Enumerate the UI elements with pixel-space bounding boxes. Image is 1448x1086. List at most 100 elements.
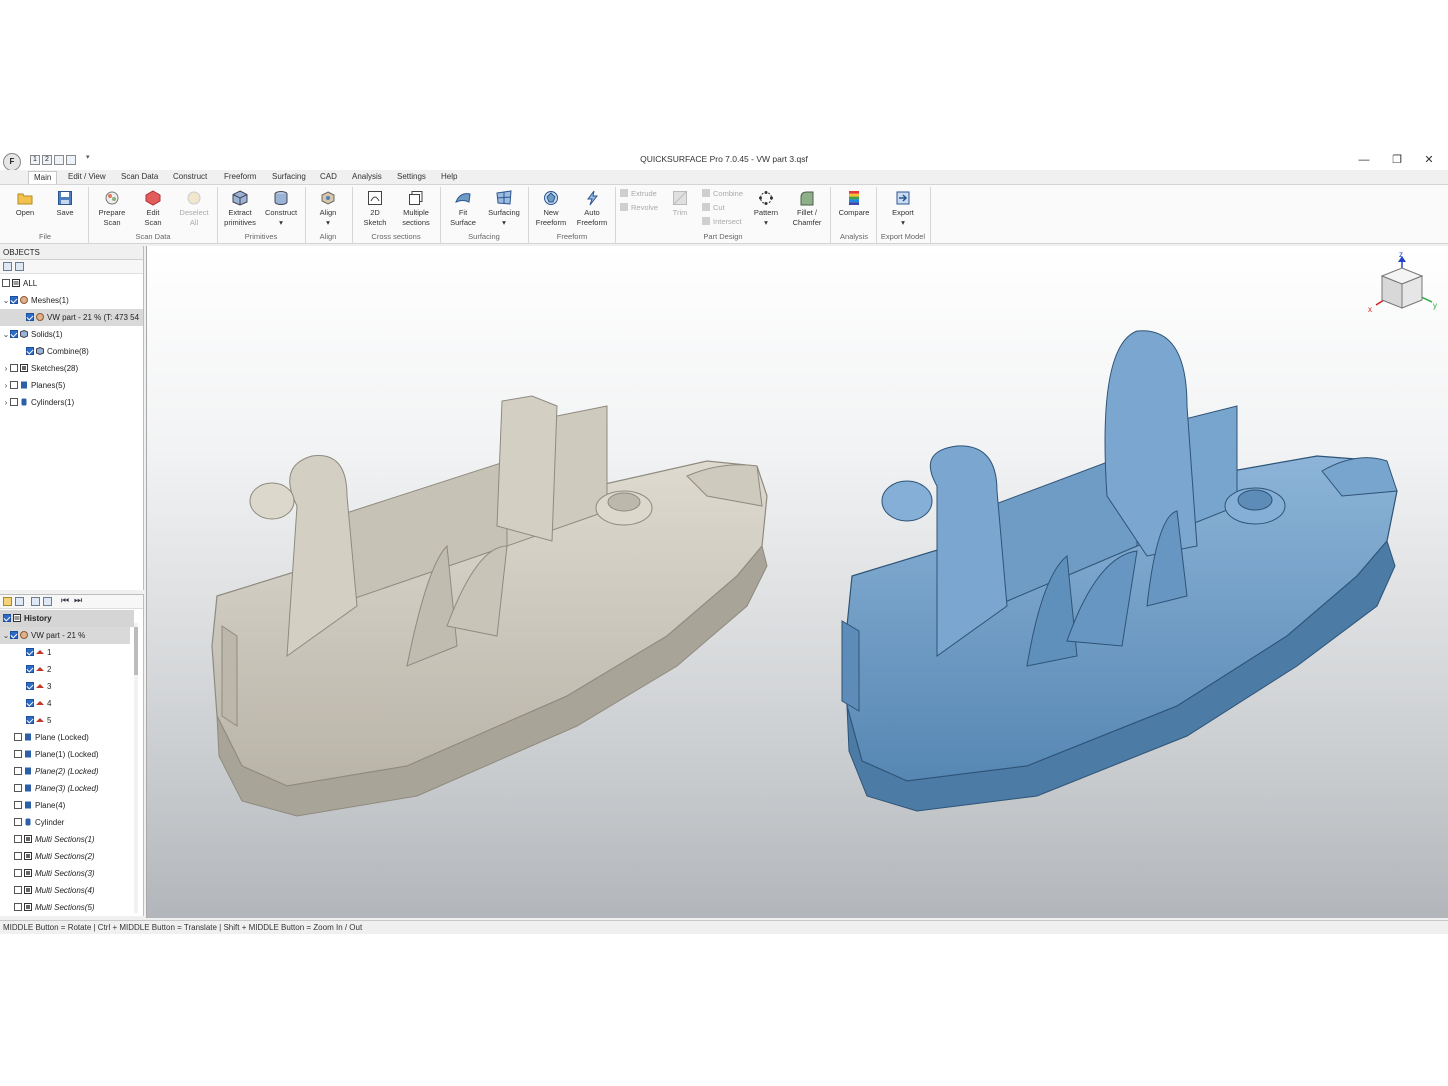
open-button[interactable]: Open <box>5 187 45 233</box>
history-item-multi-sections-4[interactable]: Multi Sections(4) <box>14 882 132 899</box>
align-button[interactable]: Align ▾ <box>308 187 348 233</box>
visibility-checkbox[interactable] <box>10 296 18 304</box>
new-freeform-button[interactable]: New Freeform <box>531 187 571 233</box>
tab-scan-data[interactable]: Scan Data <box>121 171 158 184</box>
tab-settings[interactable]: Settings <box>397 171 426 184</box>
history-item-5[interactable]: 5 <box>26 712 126 729</box>
auto-freeform-button[interactable]: Auto Freeform <box>572 187 612 233</box>
tree-item-combine[interactable]: Combine(8) <box>26 343 142 360</box>
play-icon[interactable] <box>31 597 40 606</box>
save-button[interactable]: Save <box>45 187 85 233</box>
tree-item-solids[interactable]: ⌄ Solids(1) <box>2 326 142 343</box>
history-item-plane-1[interactable]: Plane(1) (Locked) <box>14 746 132 763</box>
construct-button[interactable]: Construct ▾ <box>261 187 301 233</box>
minimize-button[interactable]: — <box>1349 152 1379 168</box>
extrude-button[interactable]: Extrude <box>620 188 657 200</box>
visibility-checkbox[interactable] <box>14 869 22 877</box>
visibility-checkbox[interactable] <box>14 750 22 758</box>
tree-item-sketches[interactable]: › Sketches(28) <box>2 360 142 377</box>
history-item-plane[interactable]: Plane (Locked) <box>14 729 132 746</box>
surfacing-button[interactable]: Surfacing ▾ <box>484 187 524 233</box>
visibility-checkbox[interactable] <box>26 313 34 321</box>
tab-main[interactable]: Main <box>28 171 58 184</box>
compare-button[interactable]: Compare <box>834 187 874 233</box>
visibility-checkbox[interactable] <box>14 886 22 894</box>
visibility-checkbox[interactable] <box>26 665 34 673</box>
edit-scan-button[interactable]: Edit Scan <box>133 187 173 233</box>
history-item-multi-sections-3[interactable]: Multi Sections(3) <box>14 865 132 882</box>
intersect-button[interactable]: Intersect <box>702 216 742 228</box>
history-item-multi-sections-5[interactable]: Multi Sections(5) <box>14 899 132 916</box>
expand-chevron-icon[interactable]: › <box>2 377 10 394</box>
history-item-cylinder[interactable]: Cylinder <box>14 814 132 831</box>
visibility-checkbox[interactable] <box>10 330 18 338</box>
scrollbar-thumb[interactable] <box>134 627 138 675</box>
collapse-chevron-icon[interactable]: ⌄ <box>2 627 10 644</box>
history-checkbox[interactable] <box>3 614 11 622</box>
combine-button[interactable]: Combine <box>702 188 743 200</box>
tree-item-cylinders[interactable]: › Cylinders(1) <box>2 394 142 411</box>
visibility-checkbox[interactable] <box>10 364 18 372</box>
tree-item-planes[interactable]: › Planes(5) <box>2 377 142 394</box>
pattern-button[interactable]: Pattern ▾ <box>746 187 786 233</box>
tree-item-vw-part-mesh[interactable]: VW part - 21 % (T: 473 54 <box>0 309 143 326</box>
history-list-icon[interactable] <box>3 597 12 606</box>
expand-chevron-icon[interactable]: › <box>2 394 10 411</box>
3d-viewport[interactable]: z x y <box>146 246 1448 918</box>
history-tree-icon[interactable] <box>15 597 24 606</box>
visibility-checkbox[interactable] <box>26 699 34 707</box>
expand-all-icon[interactable] <box>3 262 12 271</box>
history-item-multi-sections-1[interactable]: Multi Sections(1) <box>14 831 132 848</box>
history-scrollbar[interactable] <box>134 623 138 913</box>
visibility-checkbox[interactable] <box>14 818 22 826</box>
extract-primitives-button[interactable]: Extract primitives <box>220 187 260 233</box>
visibility-checkbox[interactable] <box>26 648 34 656</box>
collapse-chevron-icon[interactable]: ⌄ <box>2 292 10 309</box>
history-item-plane-2[interactable]: Plane(2) (Locked) <box>14 763 132 780</box>
tab-help[interactable]: Help <box>441 171 457 184</box>
visibility-checkbox[interactable] <box>14 767 22 775</box>
visibility-checkbox[interactable] <box>26 716 34 724</box>
fit-surface-button[interactable]: Fit Surface <box>443 187 483 233</box>
restore-button[interactable]: ❐ <box>1382 152 1412 168</box>
history-item-vw-part[interactable]: ⌄ VW part - 21 % <box>0 627 130 644</box>
visibility-checkbox[interactable] <box>14 801 22 809</box>
tab-cad[interactable]: CAD <box>320 171 337 184</box>
history-item-1[interactable]: 1 <box>26 644 126 661</box>
tab-surfacing[interactable]: Surfacing <box>272 171 306 184</box>
trim-button[interactable]: Trim <box>660 187 700 233</box>
filter-icon[interactable] <box>43 597 52 606</box>
2d-sketch-button[interactable]: 2D Sketch <box>355 187 395 233</box>
filter-icon[interactable] <box>15 262 24 271</box>
multiple-sections-button[interactable]: Multiple sections <box>396 187 436 233</box>
close-button[interactable]: ✕ <box>1414 152 1444 168</box>
history-item-plane-4[interactable]: Plane(4) <box>14 797 132 814</box>
go-to-start-icon[interactable]: ⏮ <box>61 595 69 606</box>
tab-construct[interactable]: Construct <box>173 171 207 184</box>
view-cube[interactable]: z x y <box>1362 250 1442 320</box>
tree-item-meshes[interactable]: ⌄ Meshes(1) <box>2 292 142 309</box>
tab-analysis[interactable]: Analysis <box>352 171 382 184</box>
history-item-4[interactable]: 4 <box>26 695 126 712</box>
fillet-chamfer-button[interactable]: Fillet / Chamfer <box>787 187 827 233</box>
visibility-checkbox[interactable] <box>26 682 34 690</box>
expand-chevron-icon[interactable]: › <box>2 360 10 377</box>
revolve-button[interactable]: Revolve <box>620 202 658 214</box>
cut-button[interactable]: Cut <box>702 202 725 214</box>
go-to-end-icon[interactable]: ⏭ <box>74 595 82 606</box>
visibility-checkbox[interactable] <box>2 279 10 287</box>
visibility-checkbox[interactable] <box>14 733 22 741</box>
tab-edit-view[interactable]: Edit / View <box>68 171 106 184</box>
export-button[interactable]: Export ▾ <box>883 187 923 233</box>
tab-freeform[interactable]: Freeform <box>224 171 256 184</box>
deselect-all-button[interactable]: Deselect All <box>174 187 214 233</box>
tree-item-all[interactable]: ALL <box>2 275 142 292</box>
visibility-checkbox[interactable] <box>26 347 34 355</box>
visibility-checkbox[interactable] <box>10 398 18 406</box>
visibility-checkbox[interactable] <box>10 631 18 639</box>
history-item-multi-sections-2[interactable]: Multi Sections(2) <box>14 848 132 865</box>
scan-mesh-model[interactable] <box>147 246 1448 918</box>
collapse-chevron-icon[interactable]: ⌄ <box>2 326 10 343</box>
history-item-2[interactable]: 2 <box>26 661 126 678</box>
visibility-checkbox[interactable] <box>14 835 22 843</box>
